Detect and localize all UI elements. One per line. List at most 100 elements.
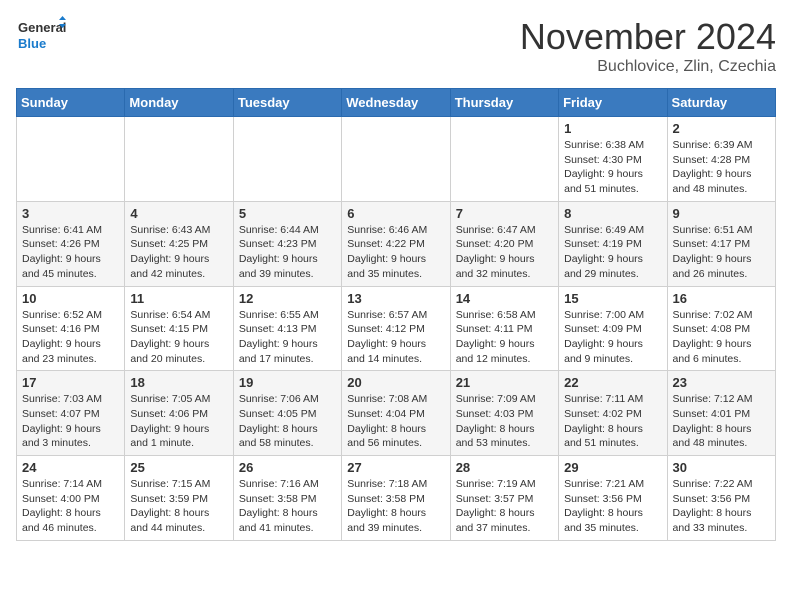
day-number: 24: [22, 460, 119, 475]
table-row: 27Sunrise: 7:18 AM Sunset: 3:58 PM Dayli…: [342, 456, 450, 541]
table-row: 9 Sunrise: 6:51 AM Sunset: 4:17 PM Daylig…: [667, 201, 775, 286]
day-info: Sunrise: 7:11 AM Sunset: 4:02 PM Dayligh…: [564, 392, 661, 451]
day-number: 26: [239, 460, 336, 475]
table-row: 12 Sunrise: 6:55 AM Sunset: 4:13 PM Dayli…: [233, 286, 341, 371]
table-row: 15Sunrise: 7:00 AM Sunset: 4:09 PM Dayli…: [559, 286, 667, 371]
day-info: Sunrise: 6:44 AM Sunset: 4:23 PM Dayligh…: [239, 223, 336, 282]
page-header: General Blue November 2024 Buchlovice, Z…: [16, 16, 776, 76]
table-row: 29 Sunrise: 7:21 AM Sunset: 3:56 PM Dayli…: [559, 456, 667, 541]
day-info: Sunrise: 6:41 AM Sunset: 4:26 PM Dayligh…: [22, 223, 119, 282]
day-number: 4: [130, 206, 227, 221]
col-wednesday: Wednesday: [342, 89, 450, 117]
day-info: Sunrise: 6:46 AM Sunset: 4:22 PM Dayligh…: [347, 223, 444, 282]
col-tuesday: Tuesday: [233, 89, 341, 117]
day-info: Sunrise: 7:14 AM Sunset: 4:00 PM Dayligh…: [22, 477, 119, 536]
table-row: 22 Sunrise: 7:11 AM Sunset: 4:02 PM Dayli…: [559, 371, 667, 456]
day-number: 23: [673, 375, 770, 390]
week-row-4: 24 Sunrise: 7:14 AM Sunset: 4:00 PM Dayli…: [17, 456, 776, 541]
day-number: 17: [22, 375, 119, 390]
day-info: Sunrise: 7:09 AM Sunset: 4:03 PM Dayligh…: [456, 392, 553, 451]
table-row: 28 Sunrise: 7:19 AM Sunset: 3:57 PM Dayli…: [450, 456, 558, 541]
table-row: 5 Sunrise: 6:44 AM Sunset: 4:23 PM Daylig…: [233, 201, 341, 286]
month-title: November 2024: [520, 16, 776, 58]
table-row: [233, 117, 341, 202]
day-number: 28: [456, 460, 553, 475]
col-saturday: Saturday: [667, 89, 775, 117]
logo-svg: General Blue: [16, 16, 66, 58]
week-row-2: 10 Sunrise: 6:52 AM Sunset: 4:16 PM Dayli…: [17, 286, 776, 371]
day-number: 22: [564, 375, 661, 390]
table-row: 30Sunrise: 7:22 AM Sunset: 3:56 PM Dayli…: [667, 456, 775, 541]
table-row: 14 Sunrise: 6:58 AM Sunset: 4:11 PM Dayli…: [450, 286, 558, 371]
day-number: 21: [456, 375, 553, 390]
table-row: 21 Sunrise: 7:09 AM Sunset: 4:03 PM Dayli…: [450, 371, 558, 456]
day-info: Sunrise: 6:51 AM Sunset: 4:17 PM Dayligh…: [673, 223, 770, 282]
table-row: [450, 117, 558, 202]
day-number: 14: [456, 291, 553, 306]
table-row: [17, 117, 125, 202]
day-info: Sunrise: 6:54 AM Sunset: 4:15 PM Dayligh…: [130, 308, 227, 367]
table-row: 24 Sunrise: 7:14 AM Sunset: 4:00 PM Dayli…: [17, 456, 125, 541]
day-number: 13: [347, 291, 444, 306]
day-info: Sunrise: 7:02 AM Sunset: 4:08 PM Dayligh…: [673, 308, 770, 367]
day-info: Sunrise: 6:52 AM Sunset: 4:16 PM Dayligh…: [22, 308, 119, 367]
table-row: 18 Sunrise: 7:05 AM Sunset: 4:06 PM Dayli…: [125, 371, 233, 456]
svg-text:General: General: [18, 20, 66, 35]
table-row: 16Sunrise: 7:02 AM Sunset: 4:08 PM Dayli…: [667, 286, 775, 371]
calendar-header-row: Sunday Monday Tuesday Wednesday Thursday…: [17, 89, 776, 117]
day-number: 8: [564, 206, 661, 221]
day-info: Sunrise: 7:03 AM Sunset: 4:07 PM Dayligh…: [22, 392, 119, 451]
day-info: Sunrise: 6:47 AM Sunset: 4:20 PM Dayligh…: [456, 223, 553, 282]
day-number: 29: [564, 460, 661, 475]
day-number: 6: [347, 206, 444, 221]
table-row: 17 Sunrise: 7:03 AM Sunset: 4:07 PM Dayli…: [17, 371, 125, 456]
week-row-1: 3 Sunrise: 6:41 AM Sunset: 4:26 PM Daylig…: [17, 201, 776, 286]
table-row: 1 Sunrise: 6:38 AM Sunset: 4:30 PM Daylig…: [559, 117, 667, 202]
table-row: 23Sunrise: 7:12 AM Sunset: 4:01 PM Dayli…: [667, 371, 775, 456]
day-number: 7: [456, 206, 553, 221]
day-info: Sunrise: 7:05 AM Sunset: 4:06 PM Dayligh…: [130, 392, 227, 451]
col-monday: Monday: [125, 89, 233, 117]
day-number: 9: [673, 206, 770, 221]
table-row: 19Sunrise: 7:06 AM Sunset: 4:05 PM Dayli…: [233, 371, 341, 456]
table-row: 4Sunrise: 6:43 AM Sunset: 4:25 PM Daylig…: [125, 201, 233, 286]
day-info: Sunrise: 7:00 AM Sunset: 4:09 PM Dayligh…: [564, 308, 661, 367]
table-row: 10 Sunrise: 6:52 AM Sunset: 4:16 PM Dayli…: [17, 286, 125, 371]
day-number: 10: [22, 291, 119, 306]
col-sunday: Sunday: [17, 89, 125, 117]
day-info: Sunrise: 7:06 AM Sunset: 4:05 PM Dayligh…: [239, 392, 336, 451]
table-row: 8Sunrise: 6:49 AM Sunset: 4:19 PM Daylig…: [559, 201, 667, 286]
table-row: 11Sunrise: 6:54 AM Sunset: 4:15 PM Dayli…: [125, 286, 233, 371]
logo: General Blue: [16, 16, 66, 58]
day-number: 12: [239, 291, 336, 306]
day-number: 2: [673, 121, 770, 136]
day-info: Sunrise: 6:58 AM Sunset: 4:11 PM Dayligh…: [456, 308, 553, 367]
day-number: 3: [22, 206, 119, 221]
title-block: November 2024 Buchlovice, Zlin, Czechia: [520, 16, 776, 76]
table-row: [125, 117, 233, 202]
table-row: 7 Sunrise: 6:47 AM Sunset: 4:20 PM Daylig…: [450, 201, 558, 286]
location: Buchlovice, Zlin, Czechia: [520, 58, 776, 76]
day-number: 1: [564, 121, 661, 136]
week-row-0: 1 Sunrise: 6:38 AM Sunset: 4:30 PM Daylig…: [17, 117, 776, 202]
day-info: Sunrise: 7:19 AM Sunset: 3:57 PM Dayligh…: [456, 477, 553, 536]
table-row: 25Sunrise: 7:15 AM Sunset: 3:59 PM Dayli…: [125, 456, 233, 541]
day-number: 27: [347, 460, 444, 475]
day-info: Sunrise: 7:21 AM Sunset: 3:56 PM Dayligh…: [564, 477, 661, 536]
day-info: Sunrise: 6:38 AM Sunset: 4:30 PM Dayligh…: [564, 138, 661, 197]
table-row: 2 Sunrise: 6:39 AM Sunset: 4:28 PM Daylig…: [667, 117, 775, 202]
day-number: 20: [347, 375, 444, 390]
week-row-3: 17 Sunrise: 7:03 AM Sunset: 4:07 PM Dayli…: [17, 371, 776, 456]
day-info: Sunrise: 6:55 AM Sunset: 4:13 PM Dayligh…: [239, 308, 336, 367]
day-number: 18: [130, 375, 227, 390]
day-info: Sunrise: 7:16 AM Sunset: 3:58 PM Dayligh…: [239, 477, 336, 536]
table-row: 6 Sunrise: 6:46 AM Sunset: 4:22 PM Daylig…: [342, 201, 450, 286]
table-row: 20 Sunrise: 7:08 AM Sunset: 4:04 PM Dayli…: [342, 371, 450, 456]
col-friday: Friday: [559, 89, 667, 117]
day-info: Sunrise: 6:39 AM Sunset: 4:28 PM Dayligh…: [673, 138, 770, 197]
table-row: 13 Sunrise: 6:57 AM Sunset: 4:12 PM Dayli…: [342, 286, 450, 371]
day-info: Sunrise: 7:08 AM Sunset: 4:04 PM Dayligh…: [347, 392, 444, 451]
day-number: 5: [239, 206, 336, 221]
day-info: Sunrise: 6:57 AM Sunset: 4:12 PM Dayligh…: [347, 308, 444, 367]
day-info: Sunrise: 7:22 AM Sunset: 3:56 PM Dayligh…: [673, 477, 770, 536]
